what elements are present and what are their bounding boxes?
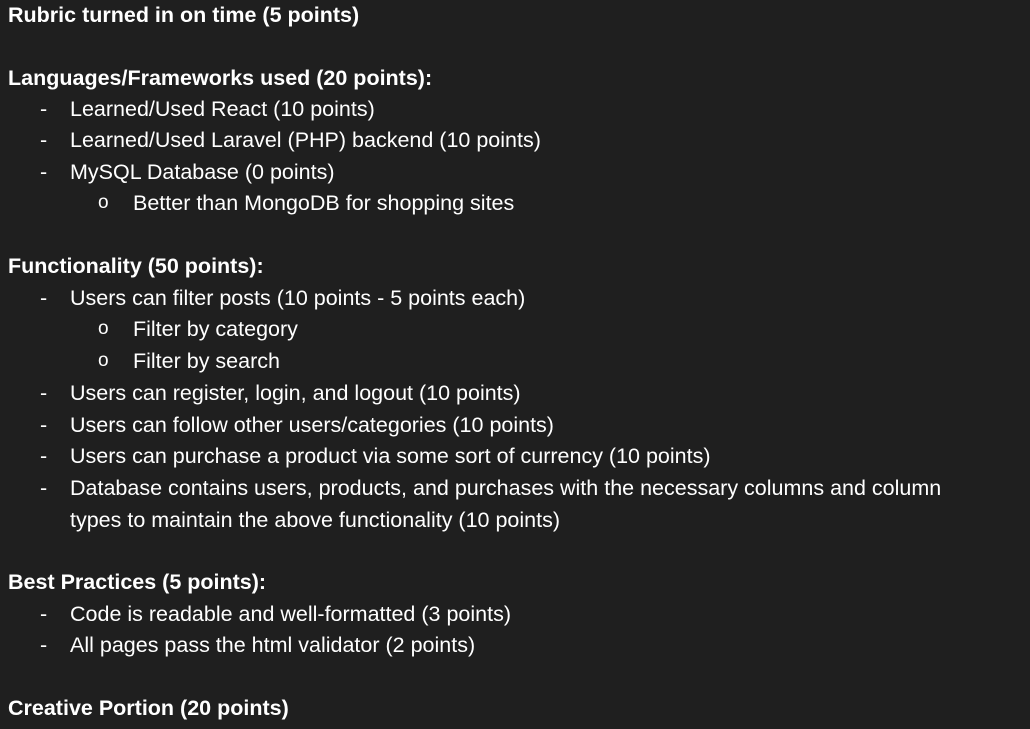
dash-bullet: -: [40, 381, 48, 405]
languages-heading: Languages/Frameworks used (20 points):: [8, 66, 433, 90]
sub-list-item: Better than MongoDB for shopping sites: [133, 191, 515, 215]
dash-bullet: -: [40, 444, 48, 468]
dash-bullet: -: [40, 128, 48, 152]
list-item-continuation: types to maintain the above functionalit…: [70, 508, 561, 532]
dash-bullet: -: [40, 97, 48, 121]
dash-bullet: -: [40, 286, 48, 310]
list-item: All pages pass the html validator (2 poi…: [70, 633, 476, 657]
list-item: Users can purchase a product via some so…: [70, 444, 711, 468]
list-item: Learned/Used Laravel (PHP) backend (10 p…: [70, 128, 541, 152]
circle-bullet: o: [98, 318, 109, 339]
creative-heading: Creative Portion (20 points): [8, 696, 289, 720]
list-item: Users can follow other users/categories …: [70, 413, 554, 437]
functionality-heading: Functionality (50 points):: [8, 254, 264, 278]
dash-bullet: -: [40, 476, 48, 500]
sub-list-item: Filter by category: [133, 317, 298, 341]
dash-bullet: -: [40, 602, 48, 626]
list-item: Learned/Used React (10 points): [70, 97, 375, 121]
dash-bullet: -: [40, 160, 48, 184]
dash-bullet: -: [40, 633, 48, 657]
best-practices-heading: Best Practices (5 points):: [8, 570, 267, 594]
sub-list-item: Filter by search: [133, 349, 280, 373]
circle-bullet: o: [98, 192, 109, 213]
rubric-heading: Rubric turned in on time (5 points): [8, 3, 360, 27]
list-item: MySQL Database (0 points): [70, 160, 335, 184]
list-item: Users can register, login, and logout (1…: [70, 381, 521, 405]
dash-bullet: -: [40, 413, 48, 437]
list-item: Users can filter posts (10 points - 5 po…: [70, 286, 526, 310]
circle-bullet: o: [98, 350, 109, 371]
list-item: Database contains users, products, and p…: [70, 476, 942, 500]
list-item: Code is readable and well-formatted (3 p…: [70, 602, 511, 626]
